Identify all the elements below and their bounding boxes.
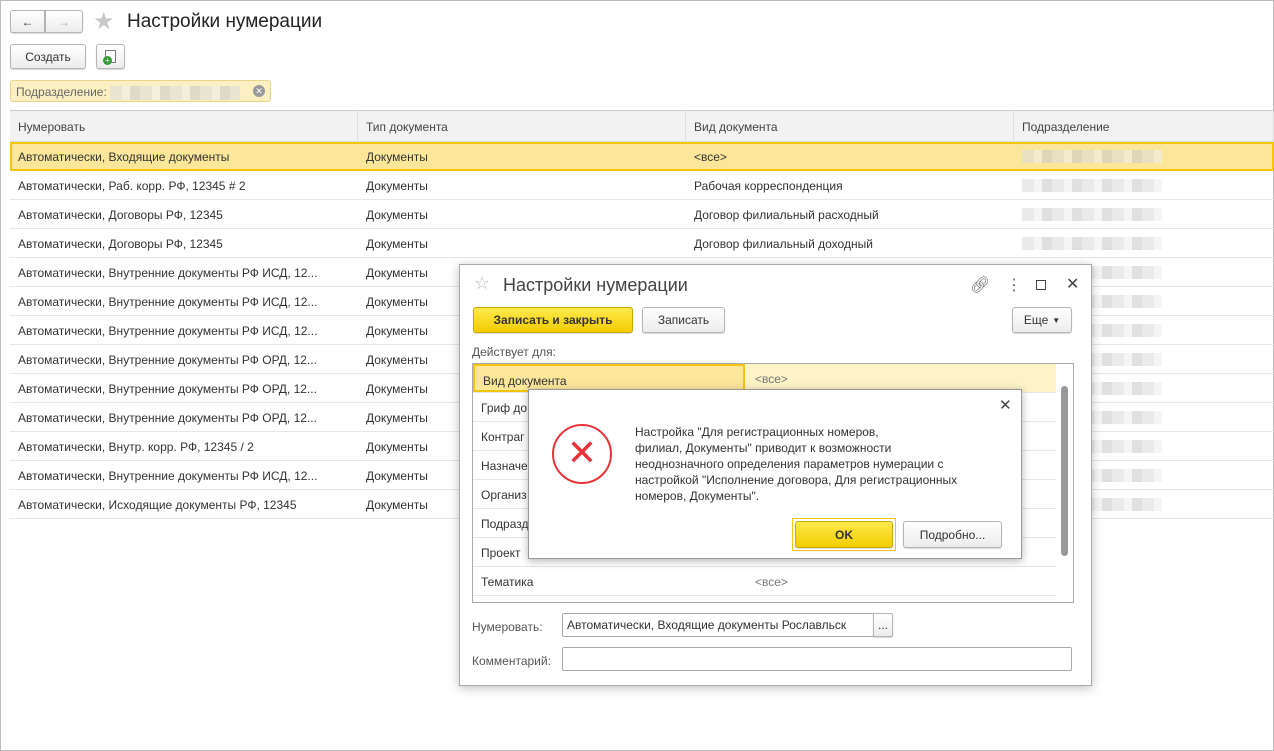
table-row[interactable]: Автоматически, Входящие документы Докумен… (10, 142, 1274, 171)
scrollbar[interactable] (1061, 386, 1068, 556)
table-cell: Автоматически, Исходящие документы РФ, 1… (18, 498, 297, 512)
details-button[interactable]: Подробно... (903, 521, 1002, 548)
favorite-star-icon[interactable]: ★ (93, 7, 115, 36)
column-header[interactable]: Тип документа (358, 111, 686, 141)
more-button[interactable]: Еще ▼ (1012, 307, 1072, 333)
error-line: филиал, Документы" приводит к возможност… (635, 441, 892, 455)
error-message: Настройка "Для регистрационных номеров, ф… (635, 424, 995, 504)
error-line: Настройка "Для регистрационных номеров, (635, 425, 879, 439)
create-button[interactable]: Создать (10, 44, 86, 69)
table-cell: Документы (366, 179, 428, 193)
numbering-select-button[interactable]: ... (873, 613, 893, 637)
filter-label: Подразделение: (16, 85, 107, 99)
more-menu-icon[interactable]: ⋮ (1006, 275, 1022, 295)
table-cell (1014, 229, 1274, 257)
error-message-box: ✕ ✕ Настройка "Для регистрационных номер… (528, 389, 1022, 559)
table-cell: Автоматически, Внутренние документы РФ И… (18, 324, 318, 338)
param-row[interactable]: Тематика <все> (473, 567, 1056, 596)
table-cell: Автоматически, Внутренние документы РФ О… (18, 411, 317, 425)
save-and-close-button[interactable]: Записать и закрыть (473, 307, 633, 333)
table-cell: Автоматически, Внутренние документы РФ И… (18, 469, 318, 483)
table-cell: Автоматически, Внутренние документы РФ О… (18, 353, 317, 367)
param-value: <все> (755, 372, 788, 386)
forward-button[interactable]: → (45, 10, 83, 33)
numbering-label: Нумеровать: (472, 620, 543, 634)
table-cell: Автоматически, Договоры РФ, 12345 (18, 208, 223, 222)
applies-label: Действует для: (472, 345, 556, 359)
clear-filter-icon[interactable]: ✕ (253, 85, 265, 97)
table-cell: Документы (366, 208, 428, 222)
table-cell: Рабочая корреспонденция (694, 179, 843, 193)
table-cell (1014, 200, 1274, 228)
table-cell (1014, 142, 1274, 170)
table-row[interactable]: Автоматически, Договоры РФ, 12345 Докумен… (10, 229, 1274, 258)
page-title: Настройки нумерации (127, 11, 323, 32)
table-cell: Автоматически, Раб. корр. РФ, 12345 # 2 (18, 179, 246, 193)
comment-label: Комментарий: (472, 654, 551, 668)
error-line: настройкой "Исполнение договора, Для рег… (635, 473, 958, 487)
dialog-title: Настройки нумерации (503, 275, 688, 295)
column-header[interactable]: Подразделение (1014, 111, 1274, 141)
close-icon[interactable]: ✕ (999, 396, 1012, 414)
table-cell: Автоматически, Входящие документы (18, 150, 230, 164)
table-row[interactable]: Автоматически, Раб. корр. РФ, 12345 # 2 Д… (10, 171, 1274, 200)
table-cell: Автоматически, Внутренние документы РФ О… (18, 382, 317, 396)
table-cell: Договор филиальный доходный (694, 237, 873, 251)
ok-button[interactable]: OK (795, 521, 893, 548)
filter-chip[interactable]: Подразделение: ✕ (10, 80, 271, 102)
error-icon: ✕ (552, 424, 612, 484)
table-cell: Автоматически, Внутр. корр. РФ, 12345 / … (18, 440, 254, 454)
column-header[interactable]: Нумеровать (10, 111, 358, 141)
link-icon[interactable]: 🔗︎ (970, 275, 990, 295)
param-name: Тематика (481, 575, 534, 589)
numbering-field[interactable]: Автоматически, Входящие документы Рослав… (562, 613, 874, 637)
table-cell: Автоматически, Внутренние документы РФ И… (18, 295, 318, 309)
param-name: Вид документа (473, 364, 745, 392)
save-button[interactable]: Записать (642, 307, 725, 333)
add-document-icon: + (103, 50, 116, 65)
maximize-icon[interactable] (1036, 280, 1046, 290)
dropdown-arrow-icon: ▼ (1052, 315, 1061, 325)
close-icon[interactable]: ✕ (1066, 274, 1079, 294)
table-cell (1014, 171, 1274, 199)
table-cell: <все> (694, 150, 727, 164)
create-copy-button[interactable]: + (96, 44, 125, 69)
table-cell: Документы (366, 237, 428, 251)
param-value: <все> (755, 575, 788, 589)
table-header: Нумеровать Тип документа Вид документа П… (10, 110, 1274, 142)
table-cell: Автоматически, Договоры РФ, 12345 (18, 237, 223, 251)
error-line: номеров, Документы". (635, 489, 760, 503)
comment-field[interactable] (562, 647, 1072, 671)
back-button[interactable]: ← (10, 10, 45, 33)
error-line: неоднозначного определения параметров ну… (635, 457, 944, 471)
table-row[interactable]: Автоматически, Договоры РФ, 12345 Докумен… (10, 200, 1274, 229)
more-label: Еще (1023, 313, 1049, 327)
table-cell: Автоматически, Внутренние документы РФ И… (18, 266, 318, 280)
column-header[interactable]: Вид документа (686, 111, 1014, 141)
favorite-star-icon[interactable]: ☆ (474, 273, 490, 294)
table-cell: Договор филиальный расходный (694, 208, 879, 222)
table-cell: Документы (366, 150, 428, 164)
